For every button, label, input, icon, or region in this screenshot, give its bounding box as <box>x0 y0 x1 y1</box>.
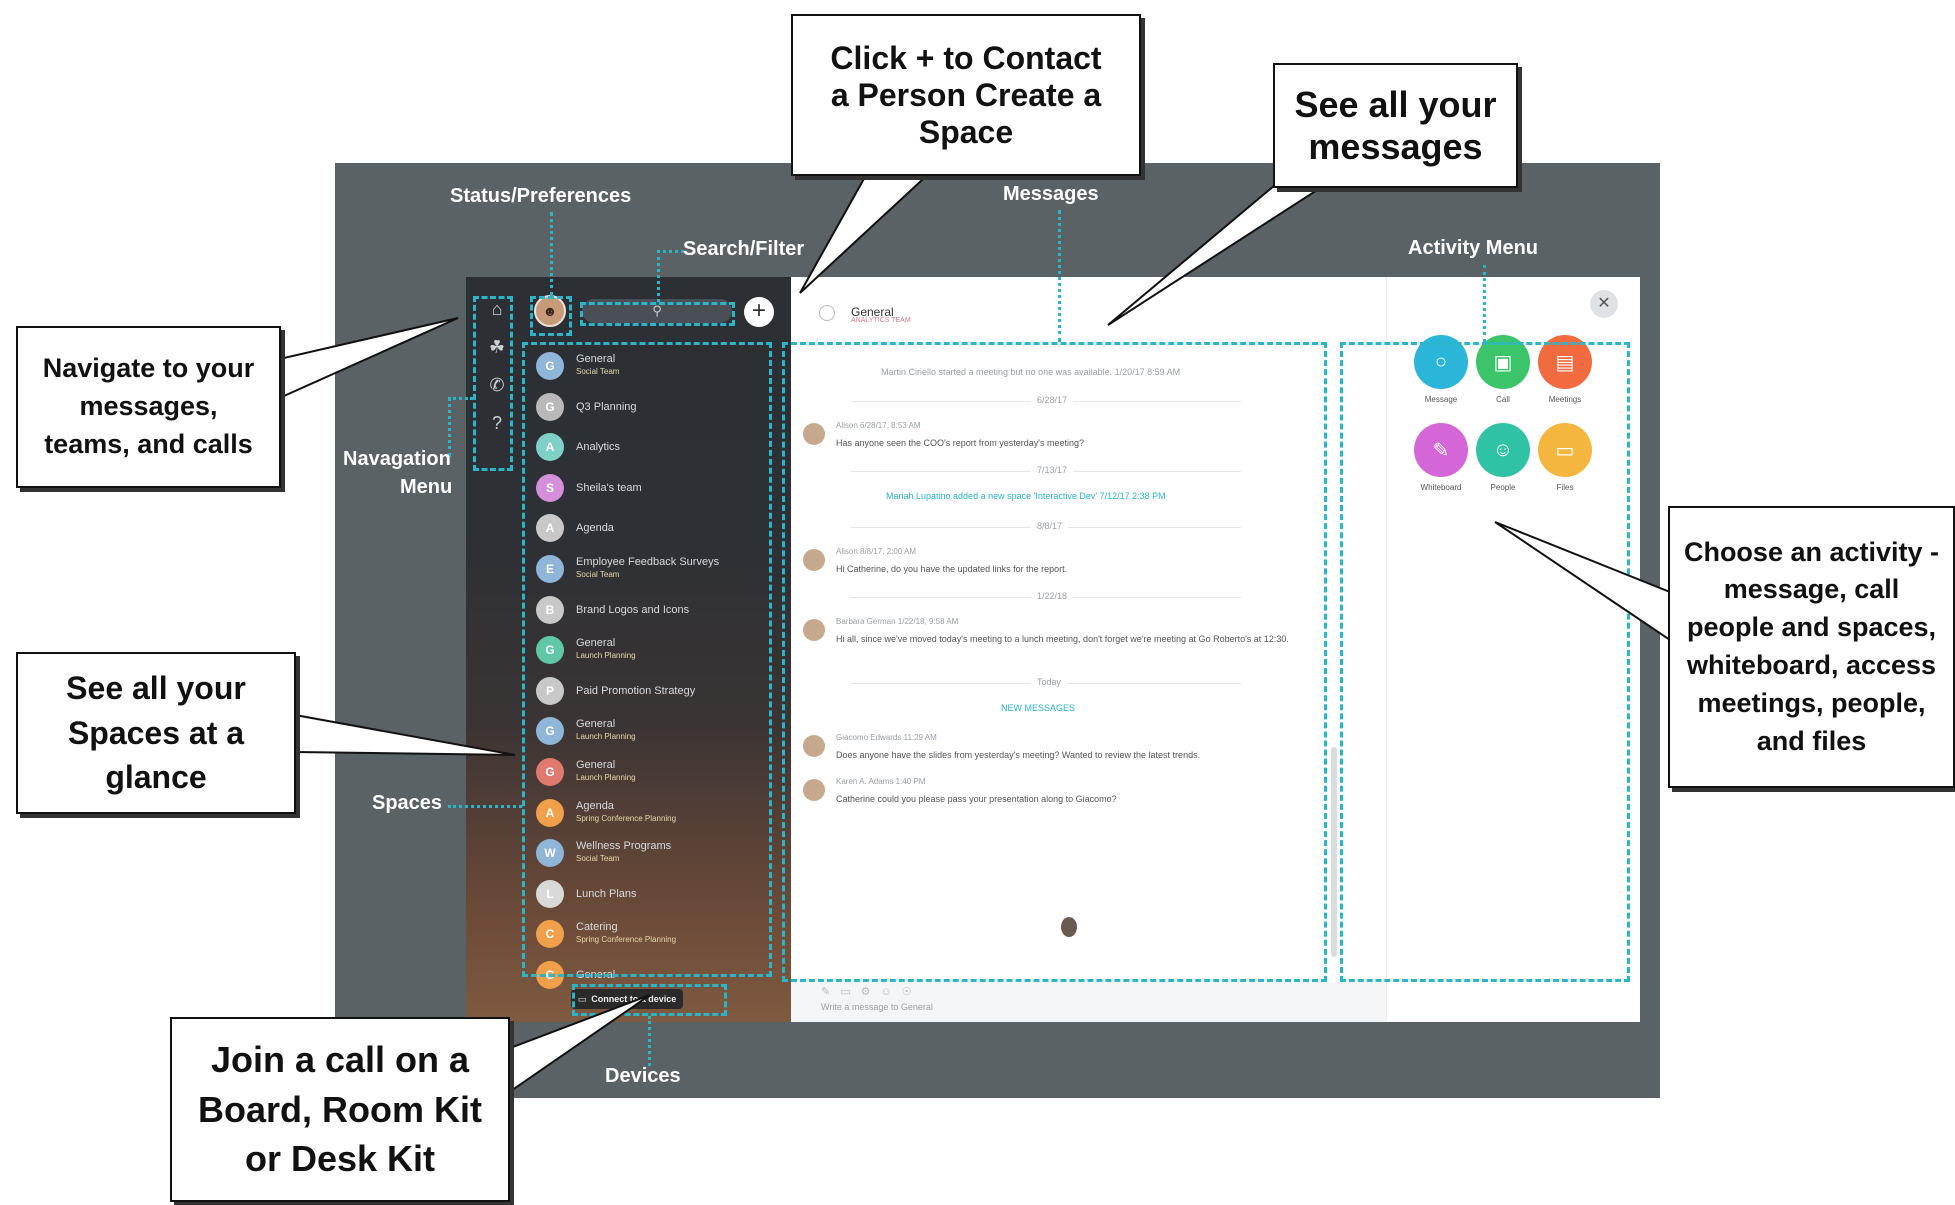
callout-activity: Choose an activity - message, call peopl… <box>1668 506 1955 788</box>
callout-navigate: Navigate to your messages, teams, and ca… <box>16 326 281 488</box>
callout-spaces: See all your Spaces at a glance <box>16 652 296 814</box>
callout-join: Join a call on a Board, Room Kit or Desk… <box>170 1017 510 1202</box>
callout-messages: See all your messages <box>1273 63 1518 188</box>
callout-contact: Click + to Contact a Person Create a Spa… <box>791 14 1141 176</box>
